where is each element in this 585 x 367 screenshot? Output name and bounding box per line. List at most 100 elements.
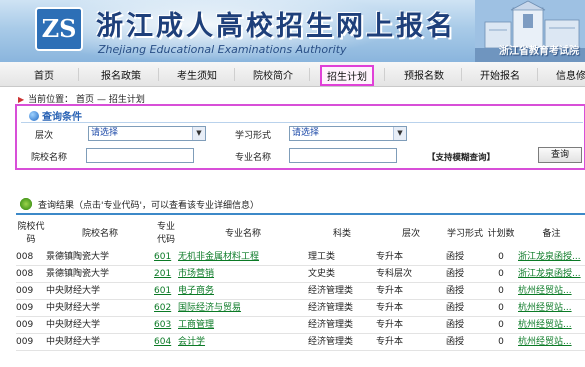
nav-start-registration[interactable]: 开始报名 bbox=[480, 67, 520, 82]
category: 经济管理类 bbox=[308, 333, 376, 351]
level: 专升本 bbox=[376, 299, 446, 317]
table-row: 008 景德镇陶瓷大学 201 市场营销 文史类 专科层次 函授 0 浙江龙泉函… bbox=[16, 265, 585, 283]
major-name-link[interactable]: 工商管理 bbox=[178, 316, 308, 334]
remark-link[interactable]: 杭州经贸站... bbox=[518, 299, 585, 317]
major-code-link[interactable]: 601 bbox=[154, 282, 178, 300]
chevron-down-icon: ▼ bbox=[393, 127, 406, 140]
major-code-link[interactable]: 602 bbox=[154, 299, 178, 317]
plan-count: 0 bbox=[484, 333, 518, 351]
study-form: 函授 bbox=[446, 299, 484, 317]
school-code: 008 bbox=[16, 265, 46, 283]
table-row: 008 景德镇陶瓷大学 601 无机非金属材料工程 理工类 专升本 函授 0 浙… bbox=[16, 249, 585, 266]
category: 理工类 bbox=[308, 249, 376, 266]
category: 文史类 bbox=[308, 265, 376, 283]
school-code: 009 bbox=[16, 282, 46, 300]
table-row: 009 中央财经大学 604 会计学 经济管理类 专升本 函授 0 杭州经贸站.… bbox=[16, 333, 585, 351]
remark-link[interactable]: 杭州经贸站... bbox=[518, 316, 585, 334]
column-header: 院校代码 bbox=[17, 222, 45, 245]
remark-link[interactable]: 杭州经贸站... bbox=[518, 282, 585, 300]
category: 经济管理类 bbox=[308, 316, 376, 334]
level: 专升本 bbox=[376, 282, 446, 300]
school-code: 009 bbox=[16, 316, 46, 334]
category: 经济管理类 bbox=[308, 299, 376, 317]
remark-link[interactable]: 浙江龙泉函授... bbox=[518, 265, 585, 283]
nav-info-edit[interactable]: 信息修 bbox=[556, 67, 585, 82]
column-header: 专业名称 bbox=[224, 228, 261, 239]
level-select[interactable]: 请选择 ▼ bbox=[88, 126, 206, 141]
results-table: 院校代码 院校名称 专业代码 专业名称 科类 层次 学习形式 计划数 备注 00… bbox=[16, 219, 585, 351]
major-name-link[interactable]: 无机非金属材料工程 bbox=[178, 249, 308, 266]
column-header: 学习形式 bbox=[446, 228, 483, 239]
study-form: 函授 bbox=[446, 282, 484, 300]
org-name: 浙江省教育考试院 bbox=[499, 46, 579, 57]
nav-separator bbox=[309, 68, 310, 81]
major-name-input[interactable] bbox=[289, 148, 397, 163]
query-panel: 查询条件 层次 请选择 ▼ 学习形式 请选择 ▼ 院校名称 专业名称 【支持模糊… bbox=[15, 104, 585, 170]
plan-count: 0 bbox=[484, 316, 518, 334]
nav-prereg-count[interactable]: 预报名数 bbox=[404, 67, 444, 82]
remark-link[interactable]: 杭州经贸站... bbox=[518, 333, 585, 351]
remark-link[interactable]: 浙江龙泉函授... bbox=[518, 249, 585, 266]
plan-count: 0 bbox=[484, 265, 518, 283]
study-form-select-value: 请选择 bbox=[292, 128, 320, 138]
table-row: 009 中央财经大学 601 电子商务 经济管理类 专升本 函授 0 杭州经贸站… bbox=[16, 282, 585, 300]
major-code-link[interactable]: 201 bbox=[154, 265, 178, 283]
nav-separator bbox=[537, 68, 538, 81]
major-code-link[interactable]: 604 bbox=[154, 333, 178, 351]
school-name-input[interactable] bbox=[86, 148, 194, 163]
site-banner: ZS 浙江成人高校招生网上报名 Zhejiang Educational Exa… bbox=[0, 0, 585, 62]
table-row: 009 中央财经大学 602 国际经济与贸易 经济管理类 专升本 函授 0 杭州… bbox=[16, 299, 585, 317]
school-name: 中央财经大学 bbox=[46, 333, 154, 351]
major-code-link[interactable]: 601 bbox=[154, 249, 178, 266]
triangle-icon: ▶ bbox=[18, 95, 25, 104]
nav-separator bbox=[78, 68, 79, 81]
major-name-link[interactable]: 会计学 bbox=[178, 333, 308, 351]
study-form-select[interactable]: 请选择 ▼ bbox=[289, 126, 407, 141]
column-header: 层次 bbox=[401, 228, 420, 239]
plan-count: 0 bbox=[484, 249, 518, 266]
study-form: 函授 bbox=[446, 333, 484, 351]
school-name: 景德镇陶瓷大学 bbox=[46, 249, 154, 266]
level-label: 层次 bbox=[35, 131, 54, 141]
school-code: 009 bbox=[16, 299, 46, 317]
school-name: 中央财经大学 bbox=[46, 282, 154, 300]
site-subtitle: Zhejiang Educational Examinations Author… bbox=[98, 43, 347, 56]
results-header: 查询结果（点击'专业代码'，可以查看该专业详细信息） bbox=[20, 198, 259, 211]
level: 专升本 bbox=[376, 333, 446, 351]
school-name: 中央财经大学 bbox=[46, 316, 154, 334]
nav-notice[interactable]: 考生须知 bbox=[177, 67, 217, 82]
table-row: 009 中央财经大学 603 工商管理 经济管理类 专升本 函授 0 杭州经贸站… bbox=[16, 316, 585, 334]
school-name-label: 院校名称 bbox=[31, 153, 68, 163]
nav-separator bbox=[461, 68, 462, 81]
school-name: 景德镇陶瓷大学 bbox=[46, 265, 154, 283]
column-header: 备注 bbox=[542, 228, 561, 239]
results-divider bbox=[16, 213, 585, 215]
fuzzy-search-hint: 【支持模糊查询】 bbox=[427, 153, 496, 163]
major-name-link[interactable]: 国际经济与贸易 bbox=[178, 299, 308, 317]
study-form: 函授 bbox=[446, 249, 484, 266]
nav-separator bbox=[384, 68, 385, 81]
level: 专升本 bbox=[376, 249, 446, 266]
query-button[interactable]: 查询 bbox=[538, 147, 582, 163]
nav-home[interactable]: 首页 bbox=[34, 67, 54, 82]
major-name-link[interactable]: 电子商务 bbox=[178, 282, 308, 300]
level: 专科层次 bbox=[376, 265, 446, 283]
main-nav: 首页 报名政策 考生须知 院校简介 招生计划 预报名数 开始报名 信息修 bbox=[0, 62, 585, 87]
nav-enrollment-plan[interactable]: 招生计划 bbox=[320, 65, 374, 86]
level: 专升本 bbox=[376, 316, 446, 334]
nav-policy[interactable]: 报名政策 bbox=[101, 67, 141, 82]
plan-count: 0 bbox=[484, 282, 518, 300]
nav-separator bbox=[234, 68, 235, 81]
school-code: 009 bbox=[16, 333, 46, 351]
search-icon bbox=[29, 111, 39, 121]
nav-schools[interactable]: 院校简介 bbox=[253, 67, 293, 82]
study-form: 函授 bbox=[446, 265, 484, 283]
major-name-link[interactable]: 市场营销 bbox=[178, 265, 308, 283]
column-header: 计划数 bbox=[487, 228, 515, 239]
major-code-link[interactable]: 603 bbox=[154, 316, 178, 334]
level-select-value: 请选择 bbox=[91, 128, 119, 138]
nav-separator bbox=[158, 68, 159, 81]
results-title: 查询结果（点击'专业代码'，可以查看该专业详细信息） bbox=[38, 201, 259, 211]
site-title: 浙江成人高校招生网上报名 bbox=[96, 11, 456, 42]
divider bbox=[21, 122, 583, 123]
